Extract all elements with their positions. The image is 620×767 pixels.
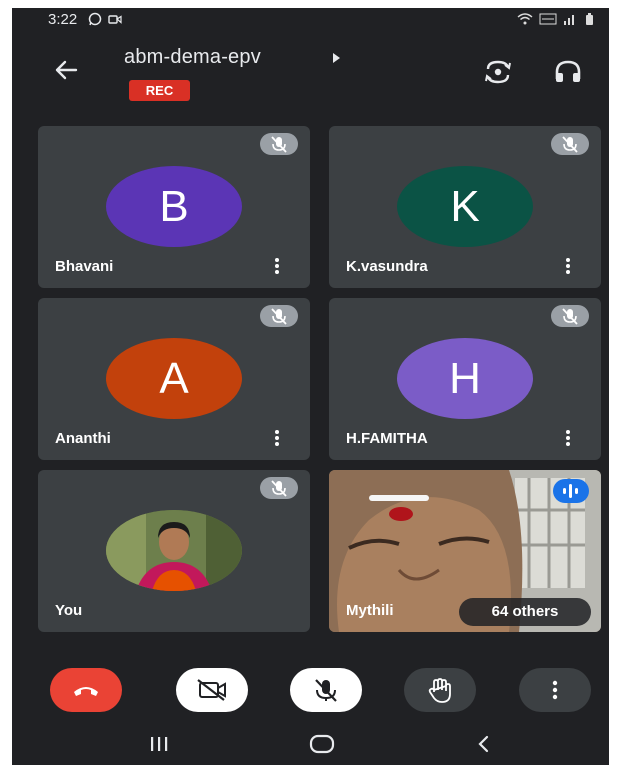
mic-off-icon — [562, 136, 578, 153]
video-icon — [108, 15, 122, 24]
wifi-icon — [517, 13, 533, 25]
camera-toggle-button[interactable] — [176, 668, 248, 712]
avatar: H — [397, 338, 533, 419]
avatar: A — [106, 338, 242, 419]
participant-tile-mythili[interactable]: Mythili 64 others — [329, 470, 601, 632]
more-vert-icon[interactable] — [565, 257, 571, 275]
raise-hand-button[interactable] — [404, 668, 476, 712]
signal-icon — [564, 15, 574, 25]
self-photo — [106, 510, 242, 591]
self-video-thumbnail — [106, 510, 242, 591]
others-count[interactable]: 64 others — [459, 598, 591, 626]
avatar: K — [397, 166, 533, 247]
mic-off-icon — [271, 308, 287, 325]
participant-tile-kvasundra[interactable]: K K.vasundra — [329, 126, 601, 288]
headphones-icon[interactable] — [552, 57, 584, 87]
video-off-icon — [197, 679, 226, 701]
avatar: B — [106, 166, 242, 247]
muted-badge — [551, 133, 589, 155]
participant-name: Bhavani — [55, 258, 114, 275]
system-nav-bar — [12, 725, 609, 765]
mic-off-icon — [271, 480, 287, 497]
hand-icon — [428, 678, 451, 703]
back-icon[interactable] — [474, 734, 494, 754]
participant-name: Mythili — [346, 602, 394, 619]
mic-off-icon — [562, 308, 578, 325]
volte-icon — [539, 13, 557, 25]
recording-badge: REC — [129, 80, 190, 101]
mic-off-icon — [315, 679, 337, 702]
muted-badge — [260, 305, 298, 327]
end-call-icon — [74, 687, 98, 696]
arrow-left-icon[interactable] — [52, 56, 80, 84]
home-icon[interactable] — [309, 733, 335, 755]
recent-apps-icon[interactable] — [148, 735, 170, 753]
audio-level-icon — [563, 484, 578, 498]
more-vert-icon[interactable] — [565, 429, 571, 447]
battery-icon — [586, 13, 593, 25]
mic-toggle-button[interactable] — [290, 668, 362, 712]
end-call-button[interactable] — [50, 668, 122, 712]
muted-badge — [260, 477, 298, 499]
more-options-button[interactable] — [519, 668, 591, 712]
participant-tile-you[interactable]: You — [38, 470, 310, 632]
switch-camera-icon[interactable] — [482, 57, 514, 87]
participant-tile-ananthi[interactable]: A Ananthi — [38, 298, 310, 460]
caret-right-icon[interactable] — [331, 52, 341, 64]
participant-tile-hfamitha[interactable]: H H.FAMITHA — [329, 298, 601, 460]
mic-off-icon — [271, 136, 287, 153]
whatsapp-icon — [88, 12, 102, 26]
participant-name: You — [55, 602, 83, 619]
more-vert-icon[interactable] — [274, 257, 280, 275]
muted-badge — [260, 133, 298, 155]
meeting-code[interactable]: abm-dema-epv — [124, 46, 261, 69]
participant-tile-bhavani[interactable]: B Bhavani — [38, 126, 310, 288]
more-vert-icon[interactable] — [274, 429, 280, 447]
meet-screen: 3:22 abm-dema-epv REC B Bhavani K K.vasu… — [12, 8, 609, 765]
speaking-indicator — [553, 479, 589, 503]
participant-name: Ananthi — [55, 430, 111, 447]
status-bar: 3:22 — [12, 8, 609, 32]
participant-name: K.vasundra — [346, 258, 428, 275]
status-time: 3:22 — [48, 11, 78, 28]
participant-name: H.FAMITHA — [346, 430, 428, 447]
more-vert-icon — [552, 680, 558, 700]
status-right — [517, 12, 595, 26]
muted-badge — [551, 305, 589, 327]
